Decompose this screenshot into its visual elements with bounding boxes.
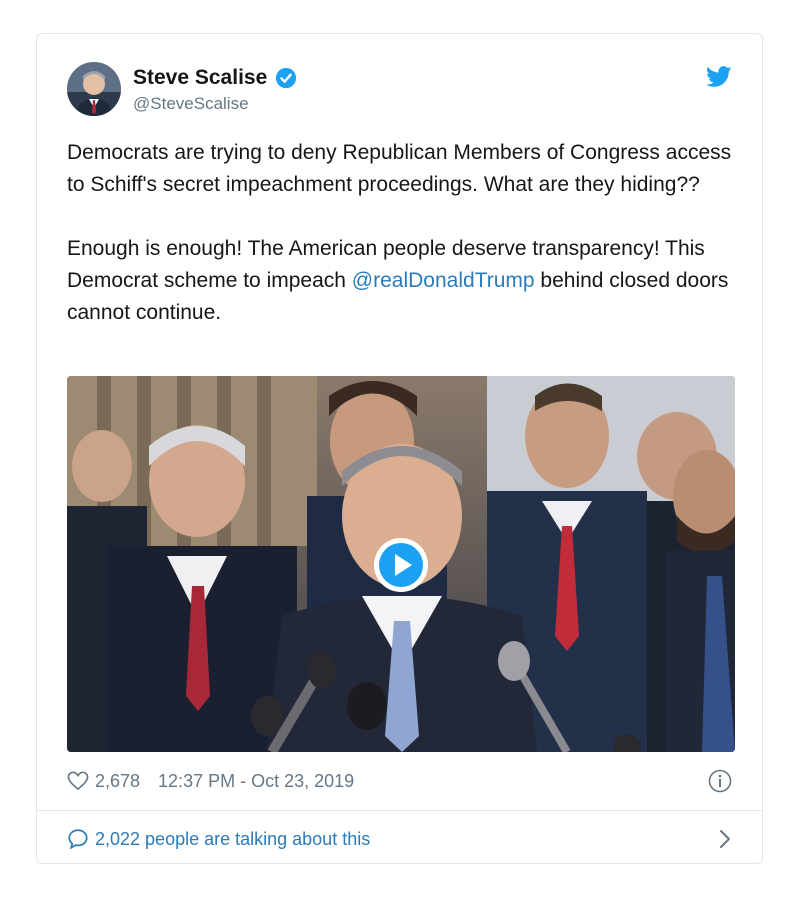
tweet-timestamp[interactable]: 12:37 PM - Oct 23, 2019 <box>158 771 354 792</box>
mention-link[interactable]: @realDonaldTrump <box>352 269 535 292</box>
verified-badge-icon <box>276 67 297 89</box>
speech-bubble-icon <box>68 829 88 850</box>
twitter-bird-icon[interactable] <box>706 66 732 88</box>
info-icon[interactable] <box>708 769 732 793</box>
chevron-right-icon[interactable] <box>718 828 732 850</box>
author-name[interactable]: Steve Scalise <box>133 66 267 90</box>
like-count[interactable]: 2,678 <box>95 771 140 792</box>
embedded-tweet-card: Steve Scalise @SteveScalise Democrats ar… <box>36 33 763 864</box>
talking-count-text[interactable]: 2,022 people are talking about this <box>95 829 370 850</box>
person-avatar-icon <box>67 62 121 116</box>
author-handle[interactable]: @SteveScalise <box>133 94 249 114</box>
play-icon[interactable] <box>372 536 430 594</box>
author-name-row[interactable]: Steve Scalise <box>133 66 297 90</box>
tweet-text: Democrats are trying to deny Republican … <box>67 137 737 329</box>
conversation-link[interactable]: 2,022 people are talking about this <box>67 824 732 854</box>
tweet-meta-row: 2,678 12:37 PM - Oct 23, 2019 <box>67 766 732 796</box>
footer-divider <box>37 810 762 811</box>
heart-icon[interactable] <box>67 771 89 791</box>
video-thumbnail[interactable] <box>67 376 735 752</box>
author-avatar[interactable] <box>67 62 121 116</box>
